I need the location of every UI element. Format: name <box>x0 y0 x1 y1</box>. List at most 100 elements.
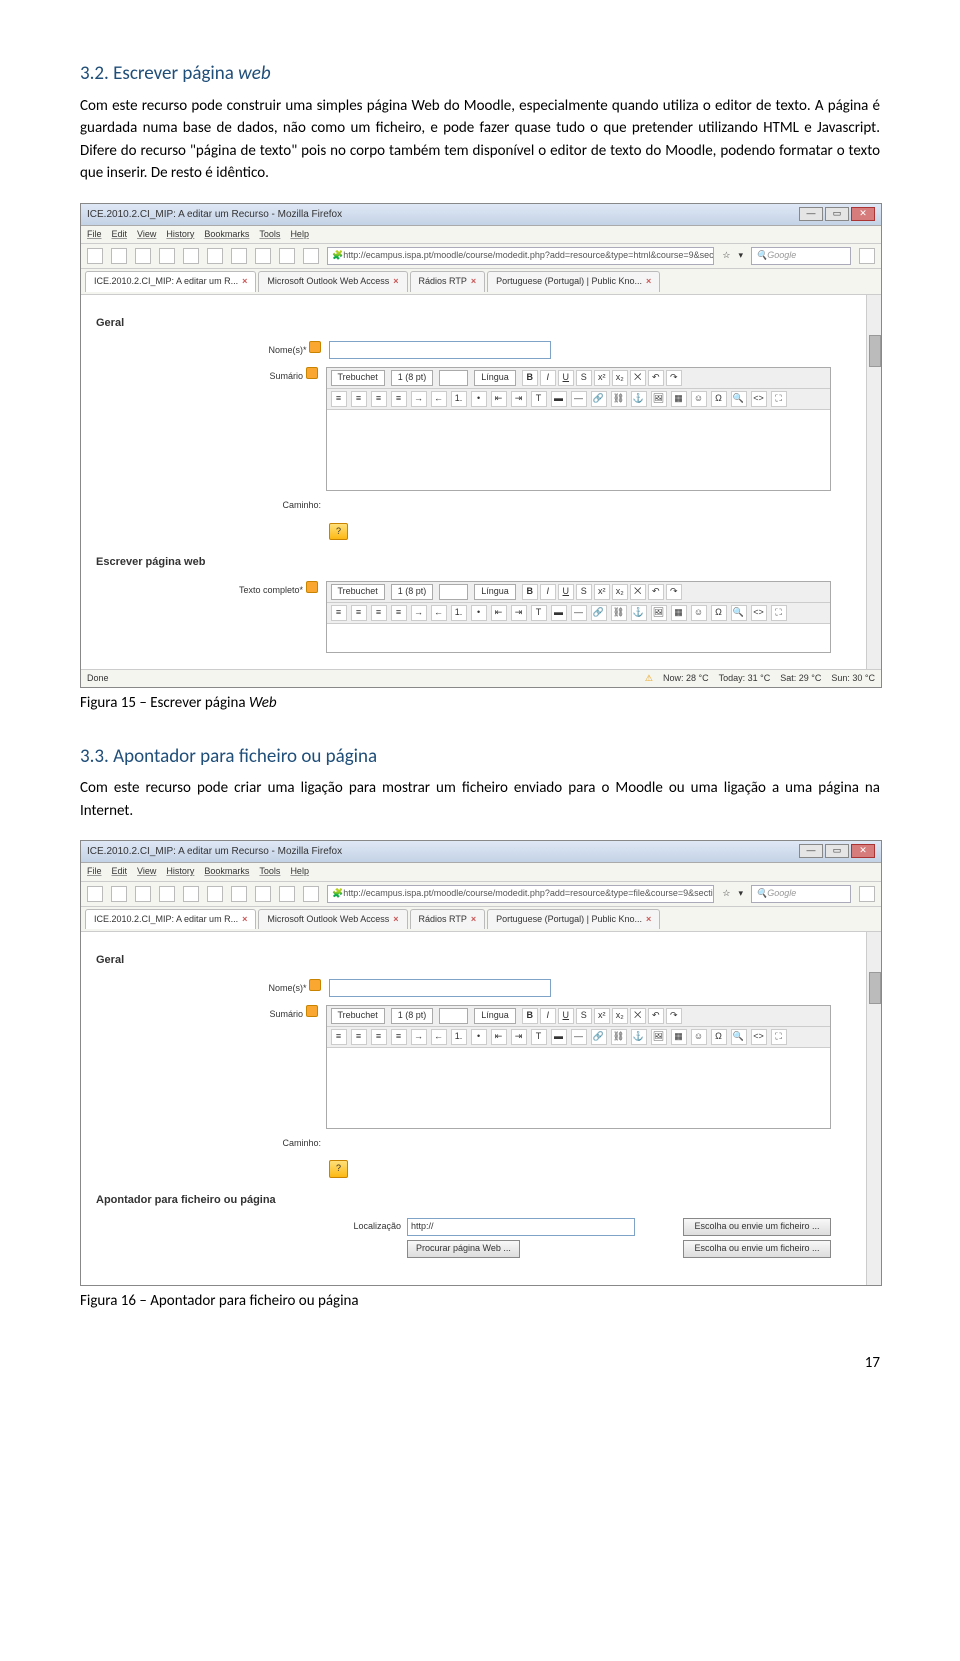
char-icon[interactable]: Ω <box>711 391 727 407</box>
indent2-icon[interactable]: ⇥ <box>511 391 527 407</box>
reload-icon[interactable] <box>135 886 151 902</box>
extra2-icon[interactable] <box>255 886 271 902</box>
rte-body-texto-completo[interactable] <box>327 624 830 652</box>
search-replace-icon[interactable]: 🔍 <box>731 1029 747 1045</box>
menu-help[interactable]: Help <box>290 865 309 879</box>
sub-icon[interactable]: x₂ <box>612 370 628 386</box>
ol-icon[interactable]: 1. <box>451 391 467 407</box>
align-right-icon[interactable]: ≡ <box>371 391 387 407</box>
extra-icon[interactable] <box>231 886 247 902</box>
align-left-icon[interactable]: ≡ <box>331 1029 347 1045</box>
outdent2-icon[interactable]: ⇤ <box>491 1029 507 1045</box>
color-icon[interactable]: T <box>531 1029 547 1045</box>
emoji-icon[interactable]: ☺ <box>691 1029 707 1045</box>
help-icon[interactable] <box>306 367 318 379</box>
sup-icon[interactable]: x² <box>594 370 610 386</box>
anchor-icon[interactable]: ⚓ <box>631 605 647 621</box>
tab-radios[interactable]: Rádios RTP× <box>410 909 486 930</box>
address-bar[interactable]: 🧩 http://ecampus.ispa.pt/moodle/course/m… <box>327 247 714 265</box>
table-icon[interactable]: ▦ <box>671 1029 687 1045</box>
menu-bookmarks[interactable]: Bookmarks <box>204 865 249 879</box>
indent-icon[interactable]: → <box>411 391 427 407</box>
help-icon[interactable] <box>306 581 318 593</box>
bookmark-icon[interactable] <box>207 886 223 902</box>
ul-icon[interactable]: • <box>471 1029 487 1045</box>
html-icon[interactable]: <> <box>751 1029 767 1045</box>
italic-icon[interactable]: I <box>540 584 556 600</box>
color-icon[interactable]: T <box>531 605 547 621</box>
table-icon[interactable]: ▦ <box>671 605 687 621</box>
table-icon[interactable]: ▦ <box>671 391 687 407</box>
undo-icon[interactable]: ↶ <box>648 370 664 386</box>
indent-icon[interactable]: → <box>411 605 427 621</box>
minimize-button[interactable]: — <box>799 207 823 221</box>
clear-icon[interactable]: ⨉ <box>630 584 646 600</box>
extra2-icon[interactable] <box>255 248 271 264</box>
menu-history[interactable]: History <box>166 228 194 242</box>
extra3-icon[interactable] <box>279 248 295 264</box>
extra4-icon[interactable] <box>303 886 319 902</box>
menu-tools[interactable]: Tools <box>259 228 280 242</box>
extra3-icon[interactable] <box>279 886 295 902</box>
style-select[interactable] <box>439 370 468 386</box>
ol-icon[interactable]: 1. <box>451 1029 467 1045</box>
search-icon[interactable] <box>859 886 875 902</box>
help-icon[interactable] <box>306 1005 318 1017</box>
tab-outlook[interactable]: Microsoft Outlook Web Access× <box>258 909 407 930</box>
strike-icon[interactable]: S <box>576 1008 592 1024</box>
search-box[interactable]: 🔍 Google <box>751 247 851 265</box>
sup-icon[interactable]: x² <box>594 584 610 600</box>
choose-file-button[interactable]: Escolha ou envie um ficheiro ... <box>683 1218 831 1236</box>
html-icon[interactable]: <> <box>751 391 767 407</box>
tab-radios[interactable]: Rádios RTP× <box>410 271 486 292</box>
menu-help[interactable]: Help <box>290 228 309 242</box>
browse-web-button[interactable]: Procurar página Web ... <box>407 1240 520 1258</box>
tab-portuguese[interactable]: Portuguese (Portugal) | Public Kno...× <box>487 271 660 292</box>
align-justify-icon[interactable]: ≡ <box>391 391 407 407</box>
back-icon[interactable] <box>87 248 103 264</box>
vertical-scrollbar[interactable] <box>866 295 881 669</box>
char-icon[interactable]: Ω <box>711 605 727 621</box>
align-left-icon[interactable]: ≡ <box>331 391 347 407</box>
unlink-icon[interactable]: ⛓ <box>611 605 627 621</box>
maximize-button[interactable]: ▭ <box>825 844 849 858</box>
lang-select[interactable]: Língua <box>474 584 516 600</box>
sub-icon[interactable]: x₂ <box>612 1008 628 1024</box>
strike-icon[interactable]: S <box>576 584 592 600</box>
image-icon[interactable]: 🖼 <box>651 1029 667 1045</box>
rte-body-sumario-2[interactable] <box>327 1048 830 1128</box>
home-icon[interactable] <box>183 248 199 264</box>
tab-outlook[interactable]: Microsoft Outlook Web Access× <box>258 271 407 292</box>
char-icon[interactable]: Ω <box>711 1029 727 1045</box>
fullscreen-icon[interactable]: ⛶ <box>771 391 787 407</box>
underline-icon[interactable]: U <box>558 1008 574 1024</box>
style-select[interactable] <box>439 1008 468 1024</box>
align-justify-icon[interactable]: ≡ <box>391 1029 407 1045</box>
reload-icon[interactable] <box>135 248 151 264</box>
anchor-icon[interactable]: ⚓ <box>631 1029 647 1045</box>
align-justify-icon[interactable]: ≡ <box>391 605 407 621</box>
menu-bookmarks[interactable]: Bookmarks <box>204 228 249 242</box>
ul-icon[interactable]: • <box>471 391 487 407</box>
color-icon[interactable]: T <box>531 391 547 407</box>
hr-icon[interactable]: — <box>571 391 587 407</box>
indent2-icon[interactable]: ⇥ <box>511 1029 527 1045</box>
link-icon[interactable]: 🔗 <box>591 605 607 621</box>
vertical-scrollbar[interactable] <box>866 932 881 1285</box>
menu-history[interactable]: History <box>166 865 194 879</box>
rte-body-sumario[interactable] <box>327 410 830 490</box>
indent-icon[interactable]: → <box>411 1029 427 1045</box>
link-icon[interactable]: 🔗 <box>591 391 607 407</box>
font-select[interactable]: Trebuchet <box>331 584 385 600</box>
search-icon[interactable] <box>859 248 875 264</box>
menu-file[interactable]: File <box>87 228 102 242</box>
home-icon[interactable] <box>183 886 199 902</box>
ul-icon[interactable]: • <box>471 605 487 621</box>
tab-close-icon[interactable]: × <box>646 913 651 927</box>
menu-tools[interactable]: Tools <box>259 865 280 879</box>
outdent-icon[interactable]: ← <box>431 1029 447 1045</box>
stop-icon[interactable] <box>159 886 175 902</box>
menu-edit[interactable]: Edit <box>112 865 128 879</box>
lang-select[interactable]: Língua <box>474 370 516 386</box>
align-center-icon[interactable]: ≡ <box>351 605 367 621</box>
